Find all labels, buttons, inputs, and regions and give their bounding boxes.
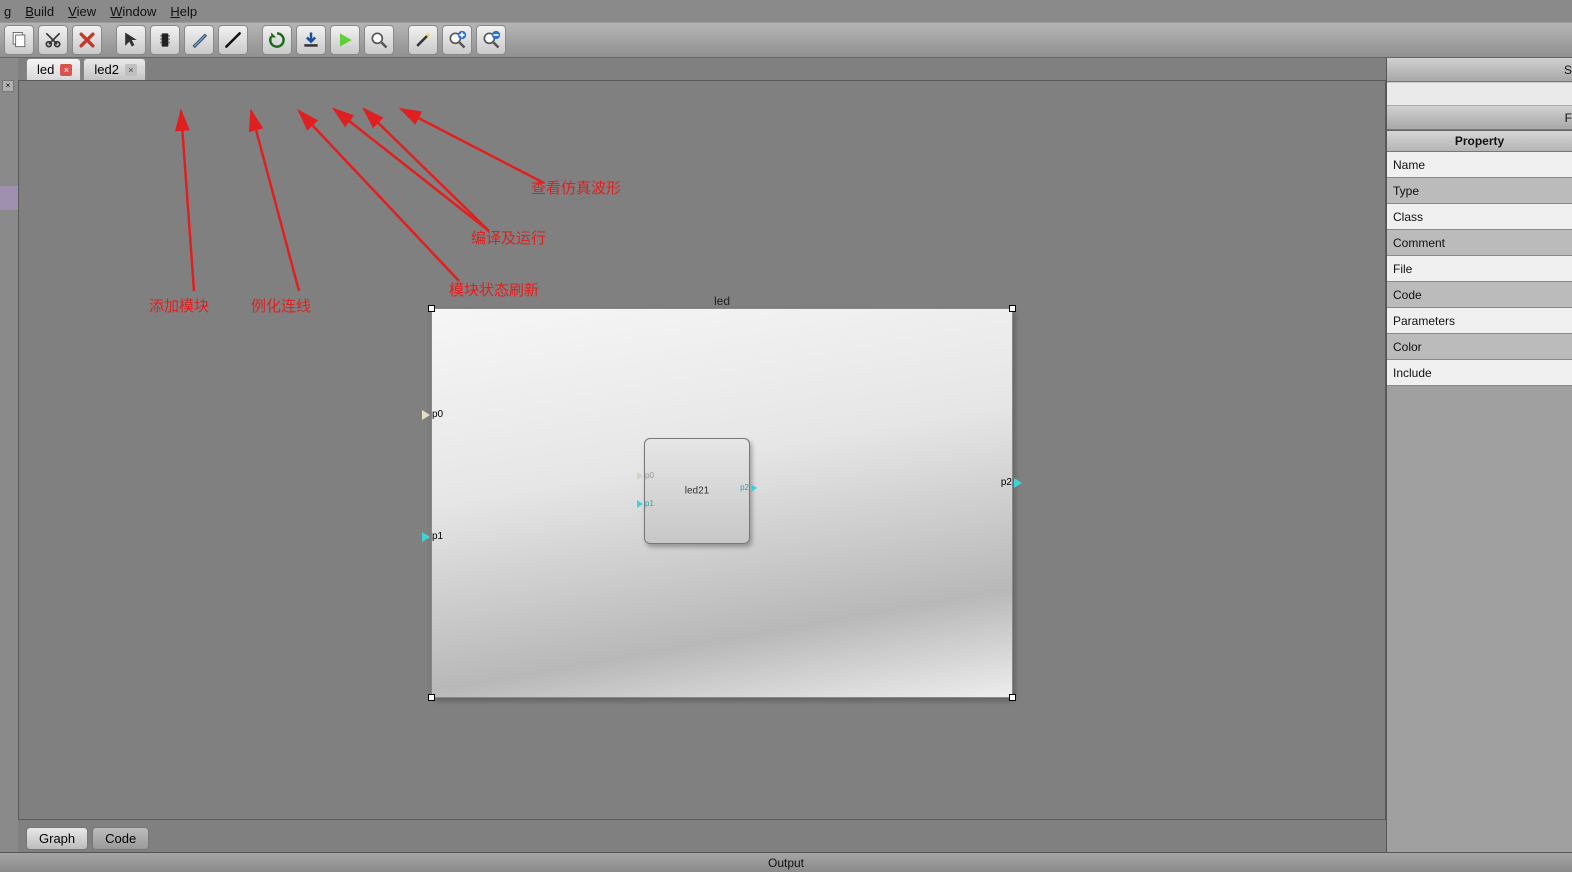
zoom-plus-icon: [447, 30, 467, 50]
menu-item-window[interactable]: Window: [110, 4, 156, 19]
wave-button[interactable]: [364, 25, 394, 55]
panel-sub-letter: F: [1565, 111, 1572, 125]
panel-header: S: [1387, 58, 1572, 82]
prop-color[interactable]: Color: [1387, 334, 1572, 360]
prop-include[interactable]: Include: [1387, 360, 1572, 386]
port-label: p1: [432, 531, 443, 542]
zoom-in-button[interactable]: [442, 25, 472, 55]
copy-button[interactable]: [4, 25, 34, 55]
menu-item-view[interactable]: View: [68, 4, 96, 19]
view-tabs: Graph Code: [26, 827, 149, 850]
panel-subheader: F: [1387, 106, 1572, 130]
port-triangle-icon: [637, 500, 643, 508]
port-p0[interactable]: p0: [422, 409, 443, 420]
module-led21[interactable]: led21 p0 p1 p2: [644, 438, 750, 544]
brush-icon: [189, 30, 209, 50]
tab-label: led: [37, 62, 54, 77]
zoom-minus-icon: [481, 30, 501, 50]
output-bar[interactable]: Output: [0, 852, 1572, 872]
chip-icon: [155, 30, 175, 50]
viewtab-graph[interactable]: Graph: [26, 827, 88, 850]
port-triangle-icon: [751, 484, 757, 492]
inner-port-p2[interactable]: p2: [740, 483, 757, 492]
port-label: p0: [645, 471, 654, 480]
run-button[interactable]: [330, 25, 360, 55]
left-dock: ×: [0, 58, 18, 852]
prop-code[interactable]: Code: [1387, 282, 1572, 308]
dock-indicator: [0, 186, 18, 210]
canvas-wrap: led × led2 ×: [18, 58, 1386, 852]
panel-search-field[interactable]: [1387, 82, 1572, 106]
port-label: p2: [740, 483, 749, 492]
port-label: p2: [1001, 477, 1012, 488]
resize-handle-tr[interactable]: [1009, 305, 1016, 312]
download-icon: [301, 30, 321, 50]
module-led[interactable]: led p0 p1 p2 led2: [431, 308, 1013, 698]
pen-icon: [223, 30, 243, 50]
resize-handle-br[interactable]: [1009, 694, 1016, 701]
tab-led[interactable]: led ×: [26, 58, 81, 80]
scissors-icon: [43, 30, 63, 50]
cycle-icon: [267, 30, 287, 50]
refresh-button[interactable]: [262, 25, 292, 55]
inner-port-p0[interactable]: p0: [637, 471, 654, 480]
port-p2[interactable]: p2: [1001, 477, 1022, 488]
play-green-icon: [335, 30, 355, 50]
tab-led2[interactable]: led2 ×: [83, 58, 146, 80]
port-triangle-icon: [422, 410, 430, 420]
inner-port-p1[interactable]: p1: [637, 499, 654, 508]
menu-item-g[interactable]: g: [4, 4, 11, 19]
brush-button[interactable]: [184, 25, 214, 55]
tab-close-led[interactable]: ×: [60, 64, 72, 76]
tab-label: led2: [94, 62, 119, 77]
cut-button[interactable]: [38, 25, 68, 55]
properties-panel: S F Property Name Type Class Comment Fil…: [1386, 58, 1572, 852]
tab-close-led2[interactable]: ×: [125, 64, 137, 76]
download-button[interactable]: [296, 25, 326, 55]
menu-bar: g Build View Window Help: [0, 0, 1572, 22]
main-area: × led × led2 ×: [0, 58, 1572, 852]
prop-comment[interactable]: Comment: [1387, 230, 1572, 256]
module-title: led: [432, 294, 1012, 308]
menu-item-build[interactable]: Build: [25, 4, 54, 19]
port-triangle-icon: [422, 532, 430, 542]
wire-button[interactable]: [218, 25, 248, 55]
resize-handle-tl[interactable]: [428, 305, 435, 312]
port-triangle-icon: [1014, 478, 1022, 488]
port-label: p1: [645, 499, 654, 508]
pointer-button[interactable]: [116, 25, 146, 55]
inner-module-label: led21: [685, 486, 709, 497]
prop-type[interactable]: Type: [1387, 178, 1572, 204]
property-column-header: Property: [1387, 130, 1572, 152]
prop-parameters[interactable]: Parameters: [1387, 308, 1572, 334]
menu-item-help[interactable]: Help: [170, 4, 197, 19]
magnifier-icon: [369, 30, 389, 50]
panel-header-letter: S: [1564, 63, 1572, 77]
prop-name[interactable]: Name: [1387, 152, 1572, 178]
cursor-icon: [121, 30, 141, 50]
wand-icon: [413, 30, 433, 50]
prop-class[interactable]: Class: [1387, 204, 1572, 230]
copy-icon: [9, 30, 29, 50]
delete-button[interactable]: [72, 25, 102, 55]
wand-button[interactable]: [408, 25, 438, 55]
add-module-button[interactable]: [150, 25, 180, 55]
zoom-out-button[interactable]: [476, 25, 506, 55]
toolbar: [0, 22, 1572, 58]
prop-file[interactable]: File: [1387, 256, 1572, 282]
canvas[interactable]: 添加模块 例化连线 模块状态刷新 编译及运行 查看仿真波形 led p0 p1: [18, 80, 1386, 820]
dock-close-button[interactable]: ×: [2, 80, 14, 92]
editor-tabs: led × led2 ×: [26, 58, 146, 80]
resize-handle-bl[interactable]: [428, 694, 435, 701]
port-triangle-icon: [637, 472, 643, 480]
x-red-icon: [77, 30, 97, 50]
port-p1[interactable]: p1: [422, 531, 443, 542]
viewtab-code[interactable]: Code: [92, 827, 149, 850]
port-label: p0: [432, 409, 443, 420]
